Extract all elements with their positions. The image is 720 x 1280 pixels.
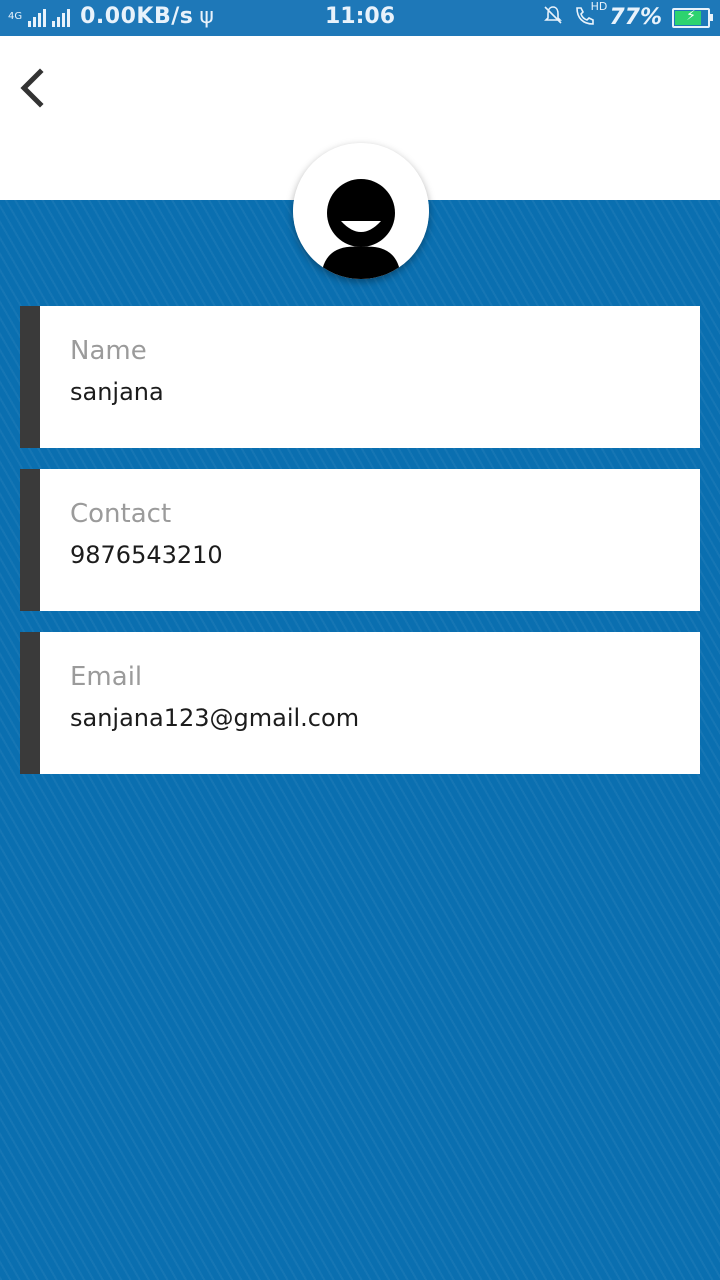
contact-card: Contact 9876543210	[20, 469, 700, 611]
name-value: sanjana	[70, 378, 164, 406]
battery-percent: 77%	[609, 5, 662, 30]
email-value: sanjana123@gmail.com	[70, 704, 360, 732]
back-button[interactable]	[14, 64, 54, 112]
contact-value: 9876543210	[70, 541, 223, 569]
name-card: Name sanjana	[20, 306, 700, 448]
bell-muted-icon	[543, 5, 563, 30]
profile-avatar[interactable]	[293, 143, 429, 279]
battery-icon: ⚡	[672, 7, 713, 28]
status-right: HD 77% ⚡	[543, 0, 713, 31]
volte-label: HD	[590, 0, 608, 13]
user-avatar-icon	[293, 143, 429, 279]
name-label: Name	[70, 336, 147, 366]
status-bar: 4G 0.00KB/s ψ 11:06 HD 77% ⚡	[0, 0, 720, 36]
profile-background: Name sanjana Contact 9876543210 Email sa…	[0, 200, 720, 1280]
card-accent	[20, 469, 40, 611]
contact-label: Contact	[70, 499, 172, 529]
email-card: Email sanjana123@gmail.com	[20, 632, 700, 774]
card-accent	[20, 306, 40, 448]
card-accent	[20, 632, 40, 774]
chevron-left-icon	[20, 68, 44, 108]
volte-call-icon: HD	[573, 0, 607, 31]
email-label: Email	[70, 662, 143, 692]
charging-bolt-icon: ⚡	[686, 7, 696, 24]
